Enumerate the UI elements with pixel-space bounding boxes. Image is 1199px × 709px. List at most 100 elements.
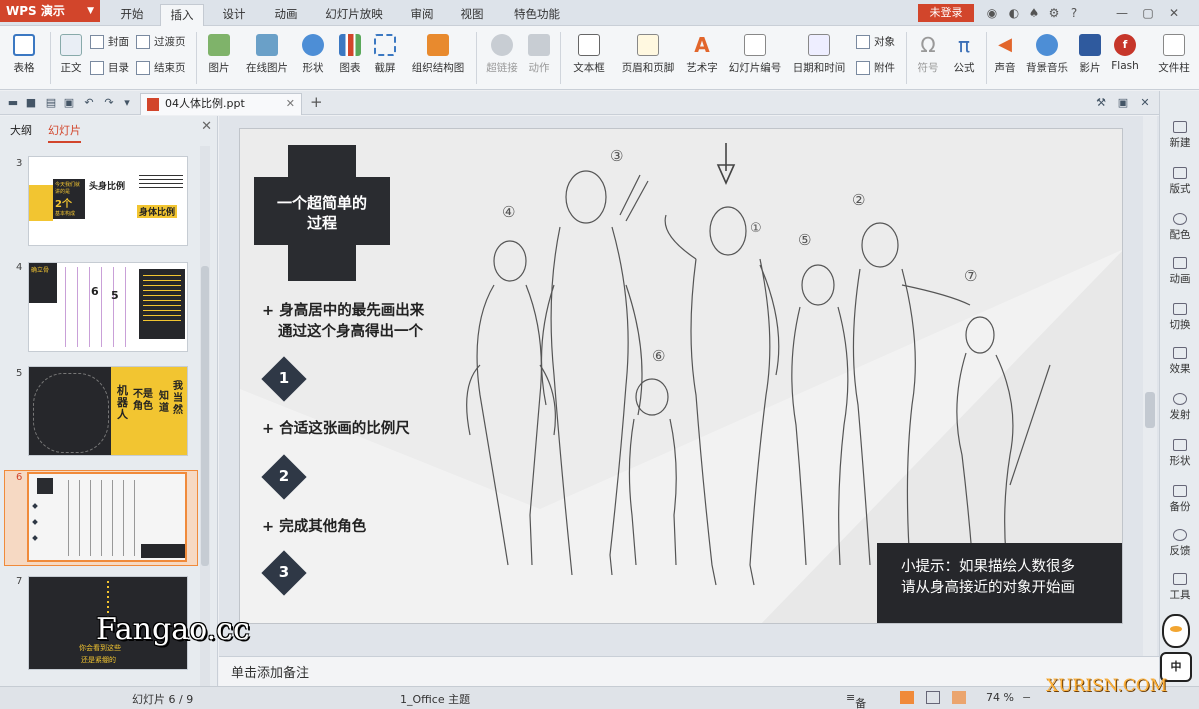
- textbox-button[interactable]: 文本框: [566, 34, 612, 75]
- tab-outline[interactable]: 大纲: [10, 122, 32, 138]
- hyperlink-button[interactable]: 超链接: [482, 34, 522, 75]
- normal-view-icon[interactable]: [900, 691, 914, 704]
- document-tab[interactable]: 04人体比例.ppt ✕: [140, 93, 302, 115]
- sidebar-item-tools[interactable]: 工具: [1160, 573, 1199, 602]
- formula-button[interactable]: π 公式: [948, 34, 980, 75]
- shirt-icon[interactable]: ♠: [1026, 5, 1042, 21]
- flash-button[interactable]: f Flash: [1108, 34, 1142, 72]
- contents-button[interactable]: 目录: [90, 60, 129, 76]
- tab-special[interactable]: 特色功能: [506, 4, 568, 24]
- slide-thumbnail-3[interactable]: 今天我们就讲的是 2个 基本构成 头身比例 身体比例: [28, 156, 188, 246]
- attachment-button[interactable]: 附件: [856, 60, 895, 76]
- tab-slides[interactable]: 幻灯片: [48, 122, 81, 143]
- text-body-button[interactable]: 正文: [56, 34, 86, 75]
- slide-thumbnail-6[interactable]: [27, 472, 187, 562]
- document-tab-bar: ▬ ■ ▤ ▣ ↶ ↷ ▾ 04人体比例.ppt ✕ + ⚒ ▣ ✕: [0, 91, 1159, 115]
- sidebar-item-new[interactable]: 新建: [1160, 121, 1199, 150]
- close-icon[interactable]: ✕: [1166, 5, 1182, 21]
- shape-button[interactable]: 形状: [296, 34, 330, 75]
- login-button[interactable]: 未登录: [918, 4, 974, 22]
- sidebar-item-backup[interactable]: 备份: [1160, 485, 1199, 514]
- close-panel-icon[interactable]: ✕: [201, 119, 212, 134]
- close-tab-icon[interactable]: ✕: [286, 94, 295, 114]
- file-object-button[interactable]: 文件柱: [1154, 34, 1194, 75]
- redo-icon[interactable]: ↷: [102, 96, 116, 110]
- online-picture-button[interactable]: 在线图片: [242, 34, 292, 75]
- slideshow-icon[interactable]: [952, 691, 966, 704]
- sidebar-item-feedback[interactable]: 反馈: [1160, 529, 1199, 558]
- sketch-label: ③: [610, 147, 624, 165]
- movie-button[interactable]: 影片: [1074, 34, 1106, 75]
- settings-icon[interactable]: ⚙: [1046, 5, 1062, 21]
- close-doc-icon[interactable]: ✕: [1138, 96, 1152, 110]
- restore-icon[interactable]: ▣: [1116, 96, 1130, 110]
- pin-icon[interactable]: ⚒: [1094, 96, 1108, 110]
- ending-page-button[interactable]: 结束页: [136, 60, 186, 76]
- tab-animation[interactable]: 动画: [266, 4, 306, 24]
- action-button[interactable]: 动作: [524, 34, 554, 75]
- sidebar-item-transition[interactable]: 切换: [1160, 303, 1199, 332]
- maximize-icon[interactable]: ▢: [1140, 5, 1156, 21]
- sorter-view-icon[interactable]: [926, 691, 940, 704]
- share-icon[interactable]: ◉: [984, 5, 1000, 21]
- object-button[interactable]: 对象: [856, 34, 895, 50]
- tab-view[interactable]: 视图: [452, 4, 492, 24]
- sidebar-item-shape[interactable]: 形状: [1160, 439, 1199, 468]
- shape-label: 形状: [302, 62, 324, 74]
- tab-home[interactable]: 开始: [112, 4, 152, 24]
- panel-tabs: 大纲 幻灯片 ✕: [0, 116, 218, 143]
- open-folder-icon[interactable]: ▬: [6, 96, 20, 110]
- tip-text: 请从身高接近的对象开始画: [901, 580, 1075, 596]
- screenshot-button[interactable]: 截屏: [368, 34, 402, 75]
- divider: [196, 32, 197, 84]
- print-icon[interactable]: ▤: [44, 96, 58, 110]
- sound-button[interactable]: ◀ 声音: [990, 34, 1020, 75]
- slide-number-button[interactable]: 幻灯片编号: [726, 34, 784, 75]
- zoom-level[interactable]: 74 %: [986, 691, 1014, 704]
- notes-input[interactable]: 单击添加备注: [219, 656, 1159, 686]
- slide-thumbnail-5[interactable]: 机器人 不是角色 知道 我当然: [28, 366, 188, 456]
- panel-scrollbar[interactable]: [200, 146, 210, 686]
- scroll-thumb[interactable]: [1145, 392, 1155, 428]
- org-chart-button[interactable]: 组织结构图: [408, 34, 468, 75]
- sidebar-item-launch[interactable]: 发射: [1160, 393, 1199, 422]
- yellow-block: [29, 185, 53, 221]
- symbol-button[interactable]: Ω 符号: [910, 34, 946, 75]
- textbox-icon: [578, 34, 600, 56]
- transition-page-button[interactable]: 过渡页: [136, 34, 186, 50]
- slide-thumbnail-4[interactable]: 确立骨 6 5: [28, 262, 188, 352]
- sidebar-item-color[interactable]: 配色: [1160, 213, 1199, 242]
- notes-toggle-button[interactable]: ≡ 备注: [846, 691, 866, 709]
- undo-icon[interactable]: ↶: [82, 96, 96, 110]
- sidebar-item-effect[interactable]: 效果: [1160, 347, 1199, 376]
- bg-music-button[interactable]: 背景音乐: [1022, 34, 1072, 75]
- tab-design[interactable]: 设计: [214, 4, 254, 24]
- slide-scrollbar[interactable]: [1143, 116, 1157, 656]
- slide-canvas[interactable]: 一个超简单的 过程 + 身高居中的最先画出来 通过这个身高得出一个 1 + 合适…: [239, 128, 1123, 624]
- sidebar-item-animation[interactable]: 动画: [1160, 257, 1199, 286]
- chevron-down-icon[interactable]: ▾: [120, 96, 134, 110]
- wordart-button[interactable]: A 艺术字: [682, 34, 722, 75]
- help-icon[interactable]: ?: [1066, 5, 1082, 21]
- scroll-thumb[interactable]: [201, 266, 209, 566]
- picture-label: 图片: [208, 62, 230, 74]
- tab-slideshow[interactable]: 幻灯片放映: [318, 4, 390, 24]
- table-button[interactable]: 表格: [6, 34, 42, 75]
- print-preview-icon[interactable]: ▣: [62, 96, 76, 110]
- save-icon[interactable]: ■: [24, 96, 38, 110]
- new-tab-icon[interactable]: +: [310, 93, 323, 111]
- sidebar-item-layout[interactable]: 版式: [1160, 167, 1199, 196]
- date-time-button[interactable]: 日期和时间: [790, 34, 848, 75]
- sketch-label: ⑤: [798, 231, 812, 249]
- skin-icon[interactable]: ◐: [1006, 5, 1022, 21]
- tab-review[interactable]: 审阅: [402, 4, 442, 24]
- sidebar-label: 切换: [1169, 319, 1191, 331]
- chart-button[interactable]: 图表: [334, 34, 366, 75]
- header-footer-button[interactable]: 页眉和页脚: [618, 34, 678, 75]
- picture-button[interactable]: 图片: [202, 34, 236, 75]
- tab-insert[interactable]: 插入: [160, 4, 204, 26]
- zoom-out-icon[interactable]: −: [1022, 691, 1031, 704]
- minimize-icon[interactable]: —: [1114, 5, 1130, 21]
- wps-app-menu-button[interactable]: WPS 演示 ▼: [0, 0, 100, 22]
- cover-button[interactable]: 封面: [90, 34, 129, 50]
